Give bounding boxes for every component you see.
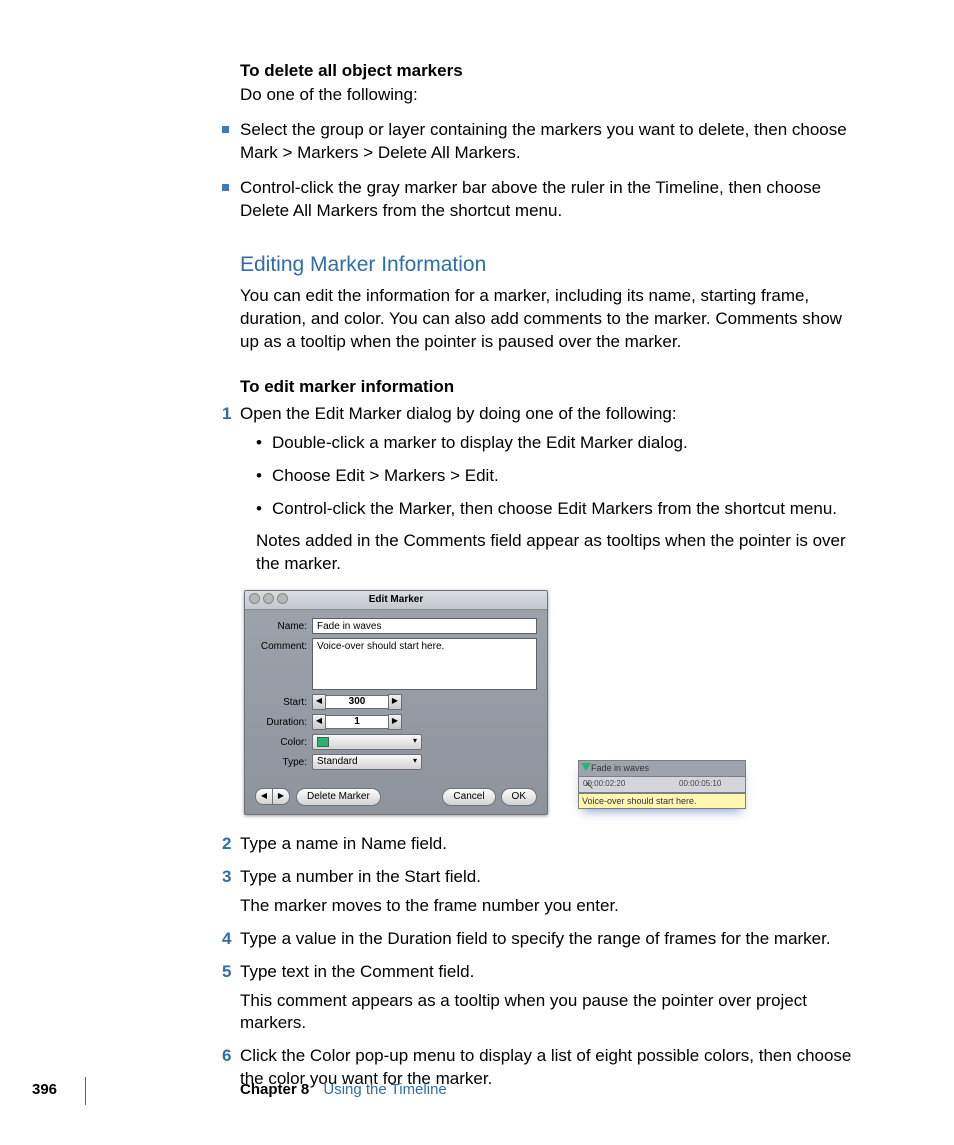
bullet-item: Control-click the gray marker bar above … [226, 177, 865, 223]
comment-field[interactable]: Voice-over should start here. [312, 638, 537, 690]
type-popup[interactable]: Standard ▾ [312, 754, 422, 770]
popup-arrow-icon: ▾ [413, 736, 417, 747]
delete-markers-sub: Do one of the following: [240, 84, 865, 107]
type-label: Type: [255, 754, 307, 770]
step-3: 3Type a number in the Start field. The m… [240, 866, 865, 918]
delete-marker-button[interactable]: Delete Marker [296, 788, 381, 806]
edit-marker-dialog: Edit Marker Name: Fade in waves Comment:… [244, 590, 548, 815]
start-stepper[interactable]: ◀ 300 ▶ [312, 694, 402, 710]
color-swatch-icon [317, 737, 329, 747]
timecode: 00:00:05:10 [679, 779, 721, 790]
step-2: 2Type a name in Name field. [240, 833, 865, 856]
color-label: Color: [255, 734, 307, 750]
delete-markers-title: To delete all object markers [240, 60, 865, 83]
sub-step: Choose Edit > Markers > Edit. [256, 465, 865, 488]
dialog-titlebar: Edit Marker [245, 591, 547, 610]
chapter-title: Using the Timeline [323, 1081, 446, 1098]
sub-heading: To edit marker information [240, 376, 865, 399]
step-note: Notes added in the Comments field appear… [256, 530, 865, 576]
section-heading: Editing Marker Information [240, 251, 865, 279]
start-value[interactable]: 300 [326, 695, 388, 709]
start-label: Start: [255, 694, 307, 710]
popup-arrow-icon: ▾ [413, 756, 417, 767]
section-paragraph: You can edit the information for a marke… [240, 285, 865, 354]
step-4: 4Type a value in the Duration field to s… [240, 928, 865, 951]
name-label: Name: [255, 618, 307, 634]
stepper-dec-icon[interactable]: ◀ [312, 714, 326, 730]
chapter-label: Chapter 8 [240, 1081, 309, 1098]
step-text: Type text in the Comment field. [240, 962, 474, 981]
step-text: Type a value in the Duration field to sp… [240, 929, 831, 948]
page-number: 396 [32, 1080, 57, 1100]
step-1: 1 Open the Edit Marker dialog by doing o… [240, 403, 865, 815]
timecode: 00:00:02:20 [583, 779, 625, 790]
ok-button[interactable]: OK [501, 788, 537, 806]
sub-step: Double-click a marker to display the Edi… [256, 432, 865, 455]
sub-step: Control-click the Marker, then choose Ed… [256, 498, 865, 521]
cancel-button[interactable]: Cancel [442, 788, 495, 806]
comment-label: Comment: [255, 638, 307, 654]
marker-tooltip: Voice-over should start here. [578, 793, 746, 809]
duration-value[interactable]: 1 [326, 715, 388, 729]
next-marker-icon[interactable]: ▶ [273, 788, 290, 805]
step-text: Type a name in Name field. [240, 834, 447, 853]
prev-marker-icon[interactable]: ◀ [255, 788, 273, 805]
duration-stepper[interactable]: ◀ 1 ▶ [312, 714, 402, 730]
duration-label: Duration: [255, 714, 307, 730]
step-note: The marker moves to the frame number you… [240, 895, 865, 918]
stepper-dec-icon[interactable]: ◀ [312, 694, 326, 710]
step-text: Type a number in the Start field. [240, 867, 481, 886]
step-text: Open the Edit Marker dialog by doing one… [240, 404, 677, 423]
marker-label: Fade in waves [591, 762, 649, 774]
timeline-ruler: ↖ 00:00:02:20 00:00:05:10 [578, 776, 746, 793]
timeline-preview: Fade in waves ↖ 00:00:02:20 00:00:05:10 … [578, 760, 746, 809]
dialog-title: Edit Marker [369, 594, 423, 605]
window-controls[interactable] [249, 593, 288, 604]
step-5: 5Type text in the Comment field. This co… [240, 961, 865, 1036]
type-value: Standard [317, 755, 358, 769]
stepper-inc-icon[interactable]: ▶ [388, 714, 402, 730]
page-footer: 396 Chapter 8 Using the Timeline [85, 1077, 866, 1105]
stepper-inc-icon[interactable]: ▶ [388, 694, 402, 710]
marker-icon [581, 763, 591, 771]
name-field[interactable]: Fade in waves [312, 618, 537, 634]
prev-next-marker[interactable]: ◀ ▶ [255, 788, 290, 805]
step-note: This comment appears as a tooltip when y… [240, 990, 865, 1036]
color-popup[interactable]: ▾ [312, 734, 422, 750]
bullet-item: Select the group or layer containing the… [226, 119, 865, 165]
